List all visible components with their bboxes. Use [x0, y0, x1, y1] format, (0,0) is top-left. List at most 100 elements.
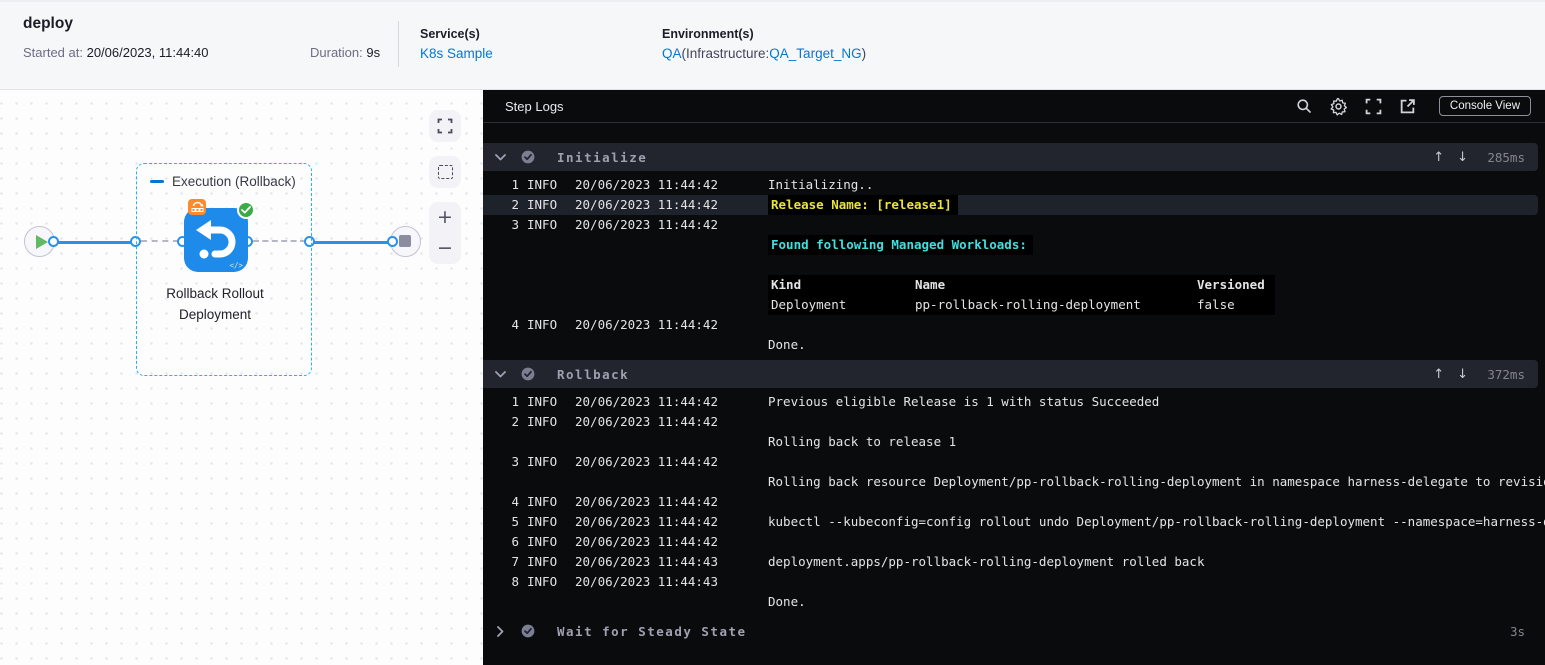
pipeline-title: deploy	[23, 15, 73, 32]
console-view-button[interactable]: Console View	[1438, 96, 1531, 116]
log-row: 3 INFO 20/06/2023 11:44:42	[483, 452, 1545, 472]
log-level: INFO	[527, 534, 558, 549]
success-check-icon	[237, 201, 255, 219]
log-line-number: 4	[511, 317, 519, 332]
environment-block: Environment(s) QA(Infrastructure:QA_Targ…	[662, 27, 866, 61]
log-level: INFO	[527, 574, 558, 589]
scroll-to-top-icon[interactable]: ↑	[1433, 367, 1444, 382]
rollout-badge-icon	[188, 199, 206, 215]
log-section-header-rollback[interactable]: Rollback ↑ ↓ 372ms	[483, 360, 1538, 388]
log-row: 2 INFO 20/06/2023 11:44:42	[483, 412, 1545, 432]
log-timestamp	[575, 275, 760, 295]
chevron-icon[interactable]	[495, 153, 509, 161]
zoom-panel: + −	[429, 202, 461, 264]
log-timestamp	[575, 295, 760, 315]
zoom-in-button[interactable]: +	[429, 202, 461, 233]
collapse-dash-icon[interactable]	[150, 180, 164, 183]
service-link[interactable]: K8s Sample	[420, 46, 493, 61]
log-section-initialize: Initialize ↑ ↓ 285ms 1 INFO 20/06/2023 1…	[483, 143, 1545, 357]
log-level	[527, 255, 567, 275]
log-row: 3 INFO 20/06/2023 11:44:42	[483, 215, 1545, 235]
edge-group-to-end	[310, 240, 393, 244]
group-label: Execution (Rollback)	[150, 174, 296, 189]
log-message: Done.	[768, 337, 806, 352]
open-in-new-button[interactable]	[1399, 98, 1416, 115]
started-at-label: Started at:	[23, 45, 87, 60]
log-timestamp: 20/06/2023 11:44:43	[575, 574, 718, 589]
scroll-to-bottom-icon[interactable]: ↓	[1457, 150, 1468, 165]
zoom-out-button[interactable]: −	[429, 233, 461, 264]
settings-gear-icon	[1330, 97, 1347, 116]
section-duration: 372ms	[1487, 366, 1525, 382]
log-line-number: 3	[511, 217, 519, 232]
step-logs-console: Step Logs Console View Initialize ↑ ↓ 28…	[483, 90, 1545, 665]
search-button[interactable]	[1296, 98, 1312, 114]
log-timestamp: 20/06/2023 11:44:42	[575, 177, 718, 192]
log-line-number: 2	[511, 197, 519, 212]
log-line-number: 1	[511, 177, 519, 192]
stop-icon	[399, 235, 411, 247]
log-row: 1 INFO 20/06/2023 11:44:42 Previous elig…	[483, 392, 1545, 412]
log-timestamp	[575, 235, 760, 255]
log-line-number: 5	[511, 514, 519, 529]
log-level: INFO	[527, 514, 558, 529]
log-level: INFO	[527, 494, 558, 509]
marquee-select-button[interactable]	[429, 156, 461, 188]
log-timestamp: 20/06/2023 11:44:42	[575, 514, 718, 529]
pipeline-execution-page: deploy Started at: 20/06/2023, 11:44:40 …	[0, 0, 1545, 665]
expand-button[interactable]	[1365, 98, 1382, 115]
environment-link[interactable]: QA	[662, 46, 682, 61]
section-duration: 285ms	[1487, 149, 1525, 165]
log-level	[527, 335, 567, 355]
log-table-cell: Kind	[771, 277, 802, 292]
log-line-number: 1	[511, 394, 519, 409]
log-message: Initializing..	[768, 177, 874, 192]
log-timestamp	[575, 255, 760, 275]
log-table-cell: pp-rollback-rolling-deployment	[915, 297, 1141, 312]
settings-button[interactable]	[1329, 97, 1348, 116]
log-row: 2 INFO 20/06/2023 11:44:42 Release Name:…	[483, 195, 1538, 215]
log-section-header-initialize[interactable]: Initialize ↑ ↓ 285ms	[483, 143, 1538, 171]
log-message: Release Name: [release1]	[768, 195, 958, 215]
log-level	[527, 592, 567, 612]
log-level: INFO	[527, 554, 558, 569]
rollback-step-node[interactable]: </>	[184, 199, 255, 272]
log-level: INFO	[527, 177, 558, 192]
log-section-title: Initialize	[557, 149, 648, 165]
port	[48, 236, 59, 247]
log-line-number	[499, 335, 519, 355]
log-level	[527, 472, 567, 492]
pipeline-canvas[interactable]: Execution (Rollback) </> Rollback Rollou…	[0, 90, 483, 665]
expand-icon	[1365, 98, 1382, 114]
log-table-cell: Name	[915, 277, 946, 292]
open-in-new-icon	[1400, 98, 1415, 113]
scroll-to-bottom-icon[interactable]: ↓	[1457, 367, 1468, 382]
log-row: Deployment pp-rollback-rolling-deployment…	[483, 295, 1545, 315]
log-row: 4 INFO 20/06/2023 11:44:42	[483, 315, 1545, 335]
chevron-icon[interactable]	[495, 625, 509, 637]
console-title: Step Logs	[505, 98, 564, 114]
step-success-icon	[521, 367, 535, 381]
log-row: 4 INFO 20/06/2023 11:44:42	[483, 492, 1545, 512]
log-level: INFO	[527, 217, 558, 232]
log-timestamp: 20/06/2023 11:44:42	[575, 217, 718, 232]
log-table-cell: Deployment	[771, 297, 847, 312]
log-table-cell: false	[1197, 297, 1235, 312]
header-divider	[398, 21, 399, 67]
log-message: Rolling back to release 1	[768, 434, 957, 449]
log-row: Kind Name Versioned	[483, 275, 1545, 295]
fullscreen-button[interactable]	[429, 110, 461, 142]
log-line-number	[499, 255, 519, 275]
edge-start-to-group	[53, 240, 135, 244]
log-timestamp: 20/06/2023 11:44:42	[575, 494, 718, 509]
code-mark: </>	[229, 261, 243, 270]
execution-header: deploy Started at: 20/06/2023, 11:44:40 …	[0, 0, 1545, 90]
chevron-icon[interactable]	[495, 370, 509, 378]
log-line-number	[499, 275, 519, 295]
scroll-to-top-icon[interactable]: ↑	[1433, 150, 1444, 165]
log-section-header-wait-for-steady-state[interactable]: Wait for Steady State ↑ ↓ 3s	[483, 617, 1538, 645]
log-timestamp: 20/06/2023 11:44:42	[575, 534, 718, 549]
infrastructure-link[interactable]: QA_Target_NG	[769, 46, 861, 61]
log-timestamp: 20/06/2023 11:44:42	[575, 317, 718, 332]
log-section-wait-for-steady-state: Wait for Steady State ↑ ↓ 3s	[483, 617, 1545, 651]
